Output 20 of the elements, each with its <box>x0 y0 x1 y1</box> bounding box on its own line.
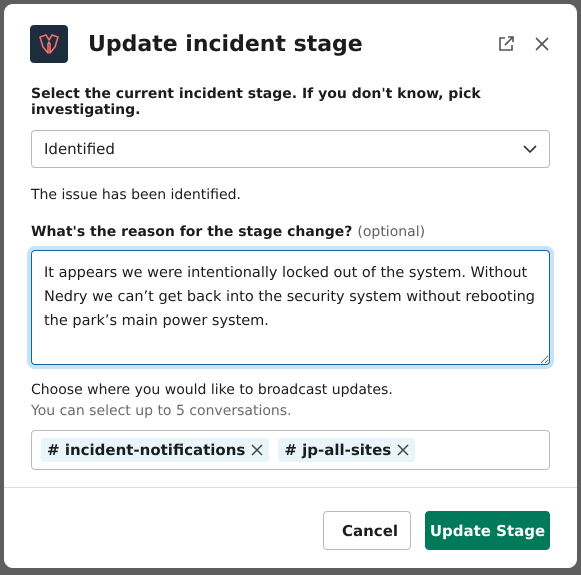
submit-button[interactable]: Update Stage <box>425 511 550 550</box>
remove-icon[interactable] <box>251 444 264 456</box>
stage-description: The issue has been identified. <box>31 187 242 203</box>
broadcast-label: Choose where you would like to broadcast updates. <box>31 382 394 398</box>
chevron-down-icon <box>523 145 537 153</box>
optional-hint: (optional) <box>357 224 426 240</box>
reason-field[interactable]: It appears we were intentionally locked out of the system. Without Nedry we can’t get back into the security system without rebooting the park’s main power system. <box>31 250 550 365</box>
dialog-title: Update incident stage <box>88 32 364 56</box>
channel-name: # jp-all-sites <box>284 441 392 459</box>
cancel-button[interactable]: Cancel <box>323 511 411 550</box>
stage-dropdown[interactable]: Identified <box>31 130 550 168</box>
channel-picker-field[interactable]: # incident-notifications # jp-all-sites <box>31 430 550 470</box>
reason-label: What's the reason for the stage change? <box>31 224 352 240</box>
stage-label: Select the current incident stage. If you don't know, pick investigating. <box>31 86 482 118</box>
close-icon[interactable] <box>533 35 551 53</box>
channel-name: # incident-notifications <box>47 441 246 459</box>
app-logo-icon <box>30 25 68 63</box>
external-link-icon[interactable] <box>497 35 515 53</box>
broadcast-hint: You can select up to 5 conversations. <box>31 403 293 419</box>
remove-icon[interactable] <box>397 444 410 456</box>
